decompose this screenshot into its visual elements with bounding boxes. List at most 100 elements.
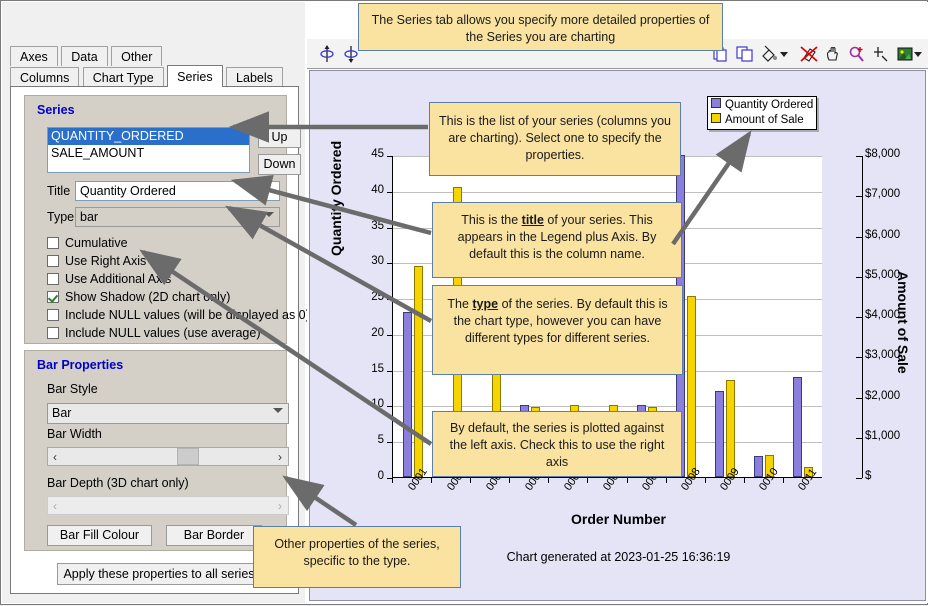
series-group-title: Series bbox=[37, 103, 75, 117]
tab-data[interactable]: Data bbox=[61, 46, 108, 66]
x-tick-mark bbox=[431, 478, 433, 483]
callout-series-title: This is the title of your series. This a… bbox=[432, 202, 682, 278]
y-tick-label: 30 bbox=[371, 255, 384, 268]
y-tick-label: 15 bbox=[371, 362, 384, 375]
y-tick-label: 40 bbox=[371, 183, 384, 196]
x-axis-label: Order Number bbox=[571, 511, 666, 527]
tab-series[interactable]: Series bbox=[167, 65, 223, 87]
checkbox-label: Cumulative bbox=[65, 236, 128, 250]
checkbox-label: Use Right Axis bbox=[65, 254, 147, 268]
bar-quantity-ordered[interactable] bbox=[402, 312, 412, 477]
checkbox-cumulative[interactable]: Cumulative bbox=[47, 236, 128, 250]
series-title-input[interactable]: Quantity Ordered bbox=[75, 181, 280, 201]
slider-left-arrow-icon[interactable]: ‹ bbox=[53, 450, 57, 464]
secondary-y-tick-label: $ bbox=[865, 470, 872, 482]
callout-right-axis: By default, the series is plotted agains… bbox=[432, 411, 682, 477]
callout-other-properties: Other properties of the series, specific… bbox=[253, 526, 461, 588]
checkbox-include-null-average[interactable]: Include NULL values (use average) bbox=[47, 326, 260, 340]
x-tick-mark bbox=[665, 478, 667, 483]
secondary-y-tick-mark bbox=[856, 478, 862, 479]
callout-text-pre: This is the bbox=[461, 213, 522, 227]
checkbox-icon[interactable] bbox=[47, 273, 59, 285]
checkbox-include-null-zero[interactable]: Include NULL values (will be displayed a… bbox=[47, 308, 310, 322]
series-type-combo[interactable]: bar bbox=[75, 207, 280, 227]
x-tick-mark bbox=[743, 478, 745, 483]
slider-right-arrow-icon[interactable]: › bbox=[278, 450, 282, 464]
tab-axes[interactable]: Axes bbox=[10, 46, 58, 66]
flip-horizontal-icon[interactable] bbox=[317, 44, 337, 64]
chevron-down-icon bbox=[273, 408, 283, 413]
apply-to-all-series-button[interactable]: Apply these properties to all series bbox=[57, 563, 261, 585]
y-tick-label: 5 bbox=[377, 434, 384, 447]
tab-content-panel: Series QUANTITY_ORDERED SALE_AMOUNT Up D… bbox=[10, 86, 310, 594]
pan-hand-icon[interactable] bbox=[823, 44, 843, 64]
bar-amount-of-sale[interactable] bbox=[687, 295, 697, 477]
secondary-y-tick-label: $1,000 bbox=[865, 429, 901, 442]
x-tick-mark bbox=[392, 478, 393, 483]
tab-row-primary: Axes Data Other bbox=[10, 46, 163, 67]
tab-columns[interactable]: Columns bbox=[10, 67, 80, 87]
x-tick-mark bbox=[626, 478, 628, 483]
legend-label: Quantity Ordered bbox=[725, 99, 814, 111]
y-tick-mark bbox=[387, 227, 393, 229]
move-series-down-button[interactable]: Down bbox=[258, 154, 301, 175]
image-dropdown-icon[interactable] bbox=[913, 44, 923, 64]
y-tick-label: 35 bbox=[371, 219, 384, 232]
y-tick-mark bbox=[387, 156, 393, 157]
x-tick-mark bbox=[509, 478, 511, 483]
y-tick-label: 10 bbox=[371, 398, 384, 411]
bar-depth-label: Bar Depth (3D chart only) bbox=[47, 476, 189, 490]
tab-chart-type[interactable]: Chart Type bbox=[82, 67, 164, 87]
list-item[interactable]: SALE_AMOUNT bbox=[48, 145, 249, 162]
fill-dropdown-icon[interactable] bbox=[779, 44, 789, 64]
bar-style-combo[interactable]: Bar bbox=[47, 403, 289, 424]
callout-text-pre: The bbox=[447, 297, 473, 311]
y-tick-label: 25 bbox=[371, 291, 384, 304]
type-field-label: Type bbox=[47, 210, 75, 224]
bar-fill-colour-button[interactable]: Bar Fill Colour bbox=[47, 525, 152, 546]
checkbox-icon[interactable] bbox=[47, 237, 59, 249]
checkbox-icon[interactable] bbox=[47, 327, 59, 339]
image-icon[interactable] bbox=[895, 44, 915, 64]
bar-width-label: Bar Width bbox=[47, 427, 102, 441]
checkbox-use-right-axis[interactable]: Use Right Axis bbox=[47, 254, 146, 268]
slider-left-arrow-icon: ‹ bbox=[53, 499, 57, 513]
bar-amount-of-sale[interactable] bbox=[413, 265, 423, 477]
duplicate-icon[interactable] bbox=[735, 44, 755, 64]
y-axis-label: Quantity Ordered bbox=[328, 140, 344, 256]
slider-right-arrow-icon: › bbox=[278, 499, 282, 513]
checkbox-label: Include NULL values (use average) bbox=[65, 326, 261, 340]
callout-series-list: This is the list of your series (columns… bbox=[429, 102, 681, 176]
checkbox-use-additional-axis[interactable]: Use Additional Axis bbox=[47, 272, 171, 286]
chevron-down-icon bbox=[264, 212, 274, 217]
callout-series-tab: The Series tab allows you specify more d… bbox=[358, 3, 723, 51]
y-tick-mark bbox=[387, 263, 393, 265]
move-series-up-button[interactable]: Up bbox=[258, 127, 301, 148]
bar-quantity-ordered[interactable] bbox=[754, 455, 764, 477]
legend-swatch bbox=[711, 113, 721, 123]
checkbox-icon[interactable] bbox=[47, 291, 59, 303]
bar-width-slider[interactable]: ‹ › bbox=[47, 447, 289, 466]
series-group-box: Series QUANTITY_ORDERED SALE_AMOUNT Up D… bbox=[24, 95, 310, 344]
list-item[interactable]: QUANTITY_ORDERED bbox=[48, 128, 249, 145]
tab-labels[interactable]: Labels bbox=[226, 67, 283, 87]
checkbox-icon[interactable] bbox=[47, 255, 59, 267]
tab-other[interactable]: Other bbox=[111, 46, 163, 66]
title-field-label: Title bbox=[47, 184, 71, 198]
checkbox-icon[interactable] bbox=[47, 309, 59, 321]
x-tick-mark bbox=[470, 478, 472, 483]
application-window: Axes Data Other Columns Chart Type Serie… bbox=[0, 0, 928, 605]
clear-formatting-icon[interactable] bbox=[799, 44, 819, 64]
checkbox-label: Use Additional Axis bbox=[65, 272, 172, 286]
bar-quantity-ordered[interactable] bbox=[715, 391, 725, 477]
series-list[interactable]: QUANTITY_ORDERED SALE_AMOUNT bbox=[47, 127, 250, 173]
fill-colour-icon[interactable] bbox=[759, 44, 779, 64]
checkbox-show-shadow[interactable]: Show Shadow (2D chart only) bbox=[47, 290, 230, 304]
zoom-reset-icon[interactable] bbox=[871, 44, 891, 64]
slider-thumb[interactable] bbox=[177, 448, 199, 465]
bar-amount-of-sale[interactable] bbox=[726, 380, 736, 477]
bar-quantity-ordered[interactable] bbox=[793, 376, 803, 477]
bar-border-button[interactable]: Bar Border bbox=[166, 525, 262, 546]
zoom-in-icon[interactable] bbox=[847, 44, 867, 64]
series-properties-panel: Axes Data Other Columns Chart Type Serie… bbox=[2, 2, 310, 603]
